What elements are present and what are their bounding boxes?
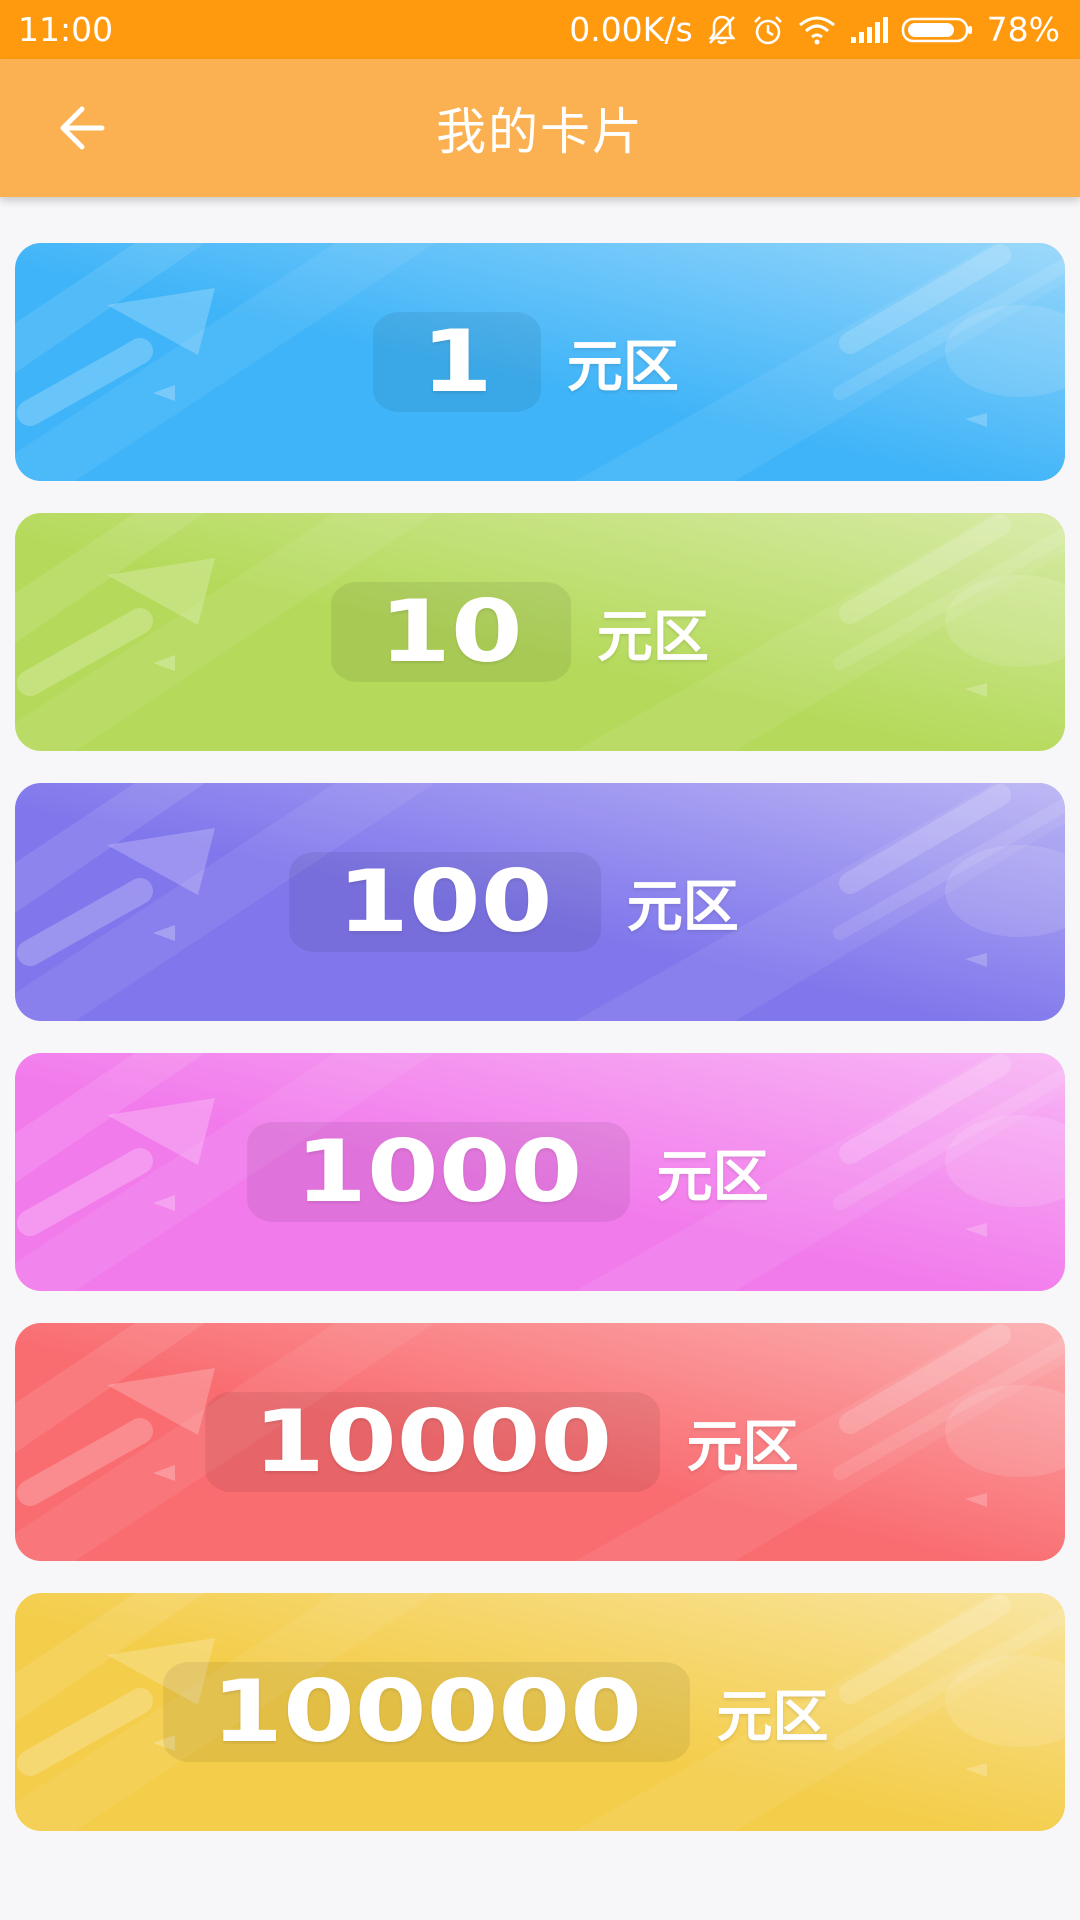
alarm-icon [751,13,785,47]
card-amount: 100000 [163,1662,691,1762]
card-content: 1000 元区 [15,1053,1065,1291]
app-bar: 我的卡片 [0,59,1080,197]
amount-card[interactable]: 100 元区 [15,783,1065,1021]
card-amount: 1000 [247,1122,631,1222]
amount-card[interactable]: 100000 元区 [15,1593,1065,1831]
amount-card[interactable]: 10000 元区 [15,1323,1065,1561]
card-zone-label: 元区 [596,604,709,670]
card-zone-label: 元区 [626,874,739,940]
card-amount: 100 [289,852,601,952]
amount-card[interactable]: 10 元区 [15,513,1065,751]
status-time: 11:00 [18,10,114,49]
card-zone-label: 元区 [716,1684,829,1750]
wifi-icon [797,13,837,47]
card-amount: 1 [373,312,541,412]
amount-card[interactable]: 1000 元区 [15,1053,1065,1291]
card-zone-label: 元区 [656,1144,769,1210]
page-title: 我的卡片 [436,103,644,161]
card-content: 10 元区 [15,513,1065,751]
battery-percent: 78% [986,10,1060,49]
amount-card[interactable]: 1 元区 [15,243,1065,481]
network-speed: 0.00K/s [569,10,693,49]
status-icons: 0.00K/s 78% [569,10,1060,49]
status-bar: 11:00 0.00K/s 78% [0,0,1080,59]
card-content: 100 元区 [15,783,1065,1021]
card-amount: 10 [331,582,571,682]
card-zone-label: 元区 [686,1414,799,1480]
card-content: 10000 元区 [15,1323,1065,1561]
battery-icon [901,13,975,47]
mute-bell-icon [705,13,739,47]
card-zone-label: 元区 [566,334,679,400]
signal-icon [849,13,889,47]
card-content: 1 元区 [15,243,1065,481]
card-amount: 10000 [205,1392,661,1492]
card-content: 100000 元区 [15,1593,1065,1831]
